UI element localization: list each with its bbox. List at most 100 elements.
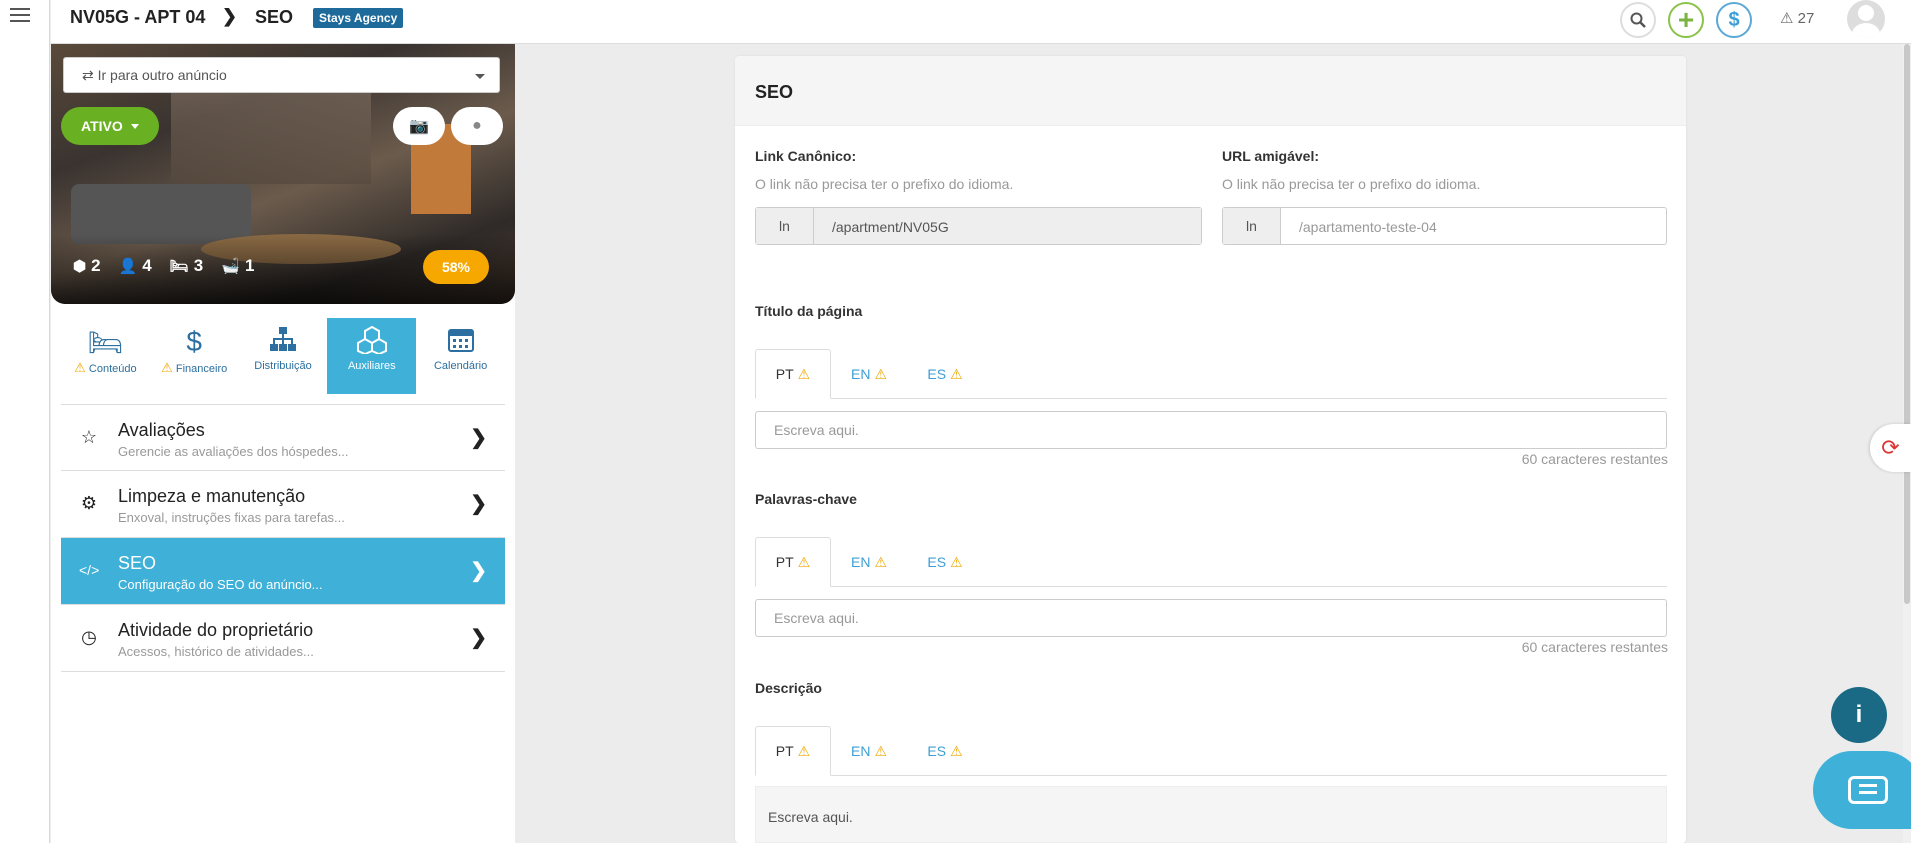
tab-es[interactable]: ES ⚠ bbox=[907, 537, 983, 587]
bed-icon: 🛏 bbox=[169, 258, 189, 275]
chevron-right-icon: ❯ bbox=[470, 427, 487, 449]
sync-icon: ⟳ bbox=[1881, 435, 1900, 460]
description-label: Descrição bbox=[755, 680, 822, 696]
breadcrumb-listing[interactable]: NV05G - APT 04 bbox=[70, 7, 205, 28]
add-button[interactable]: + bbox=[1668, 2, 1704, 38]
keywords-counter: 60 caracteres restantes bbox=[1521, 639, 1668, 655]
tab-conteudo[interactable]: 🛏 ⚠ Conteúdo bbox=[61, 318, 150, 394]
menu-item-seo[interactable]: </> SEO Configuração do SEO do anúncio..… bbox=[61, 538, 505, 605]
page-title-lang-tabs: PT ⚠ EN ⚠ ES ⚠ bbox=[755, 349, 1667, 399]
code-icon: </> bbox=[79, 562, 100, 578]
stat-beds: 🛏 3 bbox=[169, 256, 204, 275]
page-title-label: Título da página bbox=[755, 303, 863, 319]
completion-badge: 58% bbox=[423, 250, 489, 284]
warning-icon: ⚠ bbox=[950, 742, 963, 759]
friendly-url-input[interactable]: /apartamento-teste-04 bbox=[1281, 208, 1666, 244]
menu-item-atividade[interactable]: ◷ Atividade do proprietário Acessos, his… bbox=[61, 605, 505, 672]
warning-icon: ⚠ bbox=[161, 360, 173, 375]
warning-icon: ⚠ bbox=[797, 365, 811, 382]
canonical-field[interactable]: ln /apartment/NV05G bbox=[755, 207, 1202, 245]
friendly-url-help: O link não precisa ter o prefixo do idio… bbox=[1222, 176, 1481, 192]
tab-pt[interactable]: PT ⚠ bbox=[755, 726, 831, 776]
caret-down-icon bbox=[130, 123, 139, 129]
cube-icon: ⬢ bbox=[73, 258, 87, 275]
goto-listing-select[interactable]: ⇄ Ir para outro anúncio bbox=[63, 57, 500, 93]
bed-icon: 🛏 bbox=[87, 327, 124, 358]
chevron-right-icon: ❯ bbox=[470, 493, 487, 515]
tab-pt[interactable]: PT ⚠ bbox=[755, 349, 831, 399]
calendar-icon bbox=[416, 326, 505, 360]
alerts-indicator[interactable]: ⚠ 27 bbox=[1780, 9, 1814, 27]
tab-pt[interactable]: PT ⚠ bbox=[755, 537, 831, 587]
keywords-input[interactable]: Escreva aqui. bbox=[755, 599, 1667, 637]
stat-baths: 🛁 1 bbox=[221, 256, 255, 275]
warning-icon: ⚠ bbox=[1780, 10, 1794, 27]
tab-en[interactable]: EN ⚠ bbox=[831, 726, 907, 776]
auxiliares-menu: ☆ Avaliações Gerencie as avaliações dos … bbox=[61, 404, 505, 672]
chevron-right-icon: ❯ bbox=[470, 560, 487, 582]
tab-es[interactable]: ES ⚠ bbox=[907, 726, 983, 776]
left-rail bbox=[0, 0, 50, 843]
friendly-url-field[interactable]: ln /apartamento-teste-04 bbox=[1222, 207, 1667, 245]
search-icon bbox=[1630, 12, 1646, 28]
user-icon: 👤 bbox=[118, 258, 138, 275]
menu-item-limpeza[interactable]: ⚙ Limpeza e manutenção Enxoval, instruçõ… bbox=[61, 471, 505, 538]
seo-card: SEO Link Canônico: O link não precisa te… bbox=[735, 56, 1686, 843]
listing-photo: ⇄ Ir para outro anúncio ATIVO 📷 ● ⬢ 2 👤 4 … bbox=[51, 44, 515, 304]
avatar[interactable] bbox=[1847, 0, 1885, 38]
tab-es[interactable]: ES ⚠ bbox=[907, 349, 983, 399]
warning-icon: ⚠ bbox=[950, 553, 963, 570]
agency-badge: Stays Agency bbox=[313, 8, 404, 28]
chat-icon bbox=[1847, 776, 1888, 804]
goto-listing-label: ⇄ Ir para outro anúncio bbox=[82, 67, 227, 83]
star-icon: ☆ bbox=[80, 427, 98, 447]
sitemap-icon bbox=[239, 326, 328, 360]
camera-icon: 📷 bbox=[409, 118, 429, 135]
top-bar: NV05G - APT 04 ❯ SEO Stays Agency + $ ⚠ … bbox=[51, 0, 1911, 44]
cubes-icon bbox=[327, 325, 416, 360]
clock-icon: ◷ bbox=[81, 627, 97, 647]
page-title-input[interactable]: Escreva aqui. bbox=[755, 411, 1667, 449]
photos-button[interactable]: 📷 bbox=[393, 107, 445, 145]
warning-icon: ⚠ bbox=[797, 553, 811, 570]
tab-distribuicao[interactable]: Distribuição bbox=[239, 318, 328, 394]
description-lang-tabs: PT ⚠ EN ⚠ ES ⚠ bbox=[755, 726, 1667, 776]
info-icon: i bbox=[1855, 701, 1863, 728]
gear-icon: ⚙ bbox=[80, 493, 98, 513]
stat-guests: 👤 4 bbox=[118, 256, 152, 275]
listing-panel: ⇄ Ir para outro anúncio ATIVO 📷 ● ⬢ 2 👤 4 … bbox=[51, 44, 515, 843]
scrollbar-thumb[interactable] bbox=[1904, 44, 1910, 604]
tab-financeiro[interactable]: $ ⚠ Financeiro bbox=[150, 318, 239, 394]
alerts-count: 27 bbox=[1797, 10, 1815, 27]
warning-icon: ⚠ bbox=[797, 742, 811, 759]
keywords-lang-tabs: PT ⚠ EN ⚠ ES ⚠ bbox=[755, 537, 1667, 587]
hamburger-menu-icon[interactable] bbox=[10, 8, 30, 24]
website-button[interactable]: ● bbox=[451, 107, 503, 145]
breadcrumb-separator-icon: ❯ bbox=[222, 6, 238, 26]
chat-button[interactable] bbox=[1813, 751, 1911, 829]
tab-calendario[interactable]: Calendário bbox=[416, 318, 505, 394]
warning-icon: ⚠ bbox=[950, 365, 963, 382]
sync-widget[interactable]: ⟳ bbox=[1870, 424, 1911, 472]
page-title-counter: 60 caracteres restantes bbox=[1521, 451, 1668, 467]
warning-icon: ⚠ bbox=[874, 742, 887, 759]
tab-en[interactable]: EN ⚠ bbox=[831, 537, 907, 587]
tab-en[interactable]: EN ⚠ bbox=[831, 349, 907, 399]
status-label: ATIVO bbox=[81, 118, 123, 134]
finance-button[interactable]: $ bbox=[1716, 2, 1752, 38]
listing-tabs: 🛏 ⚠ Conteúdo $ ⚠ Financeiro Distribuição… bbox=[61, 318, 505, 394]
stat-rooms: ⬢ 2 bbox=[73, 256, 101, 275]
warning-icon: ⚠ bbox=[874, 365, 887, 382]
dollar-icon: $ bbox=[1728, 8, 1740, 31]
warning-icon: ⚠ bbox=[74, 360, 86, 375]
globe-icon: ● bbox=[472, 117, 482, 134]
status-dropdown[interactable]: ATIVO bbox=[61, 107, 159, 145]
menu-item-avaliacoes[interactable]: ☆ Avaliações Gerencie as avaliações dos … bbox=[61, 404, 505, 471]
description-textarea[interactable]: Escreva aqui. bbox=[755, 786, 1667, 843]
search-button[interactable] bbox=[1620, 2, 1656, 38]
info-button[interactable]: i bbox=[1831, 687, 1887, 743]
canonical-value: /apartment/NV05G bbox=[814, 208, 1201, 244]
tab-auxiliares[interactable]: Auxiliares bbox=[327, 318, 417, 394]
dollar-icon: $ bbox=[186, 326, 202, 357]
plus-icon: + bbox=[1677, 4, 1695, 35]
